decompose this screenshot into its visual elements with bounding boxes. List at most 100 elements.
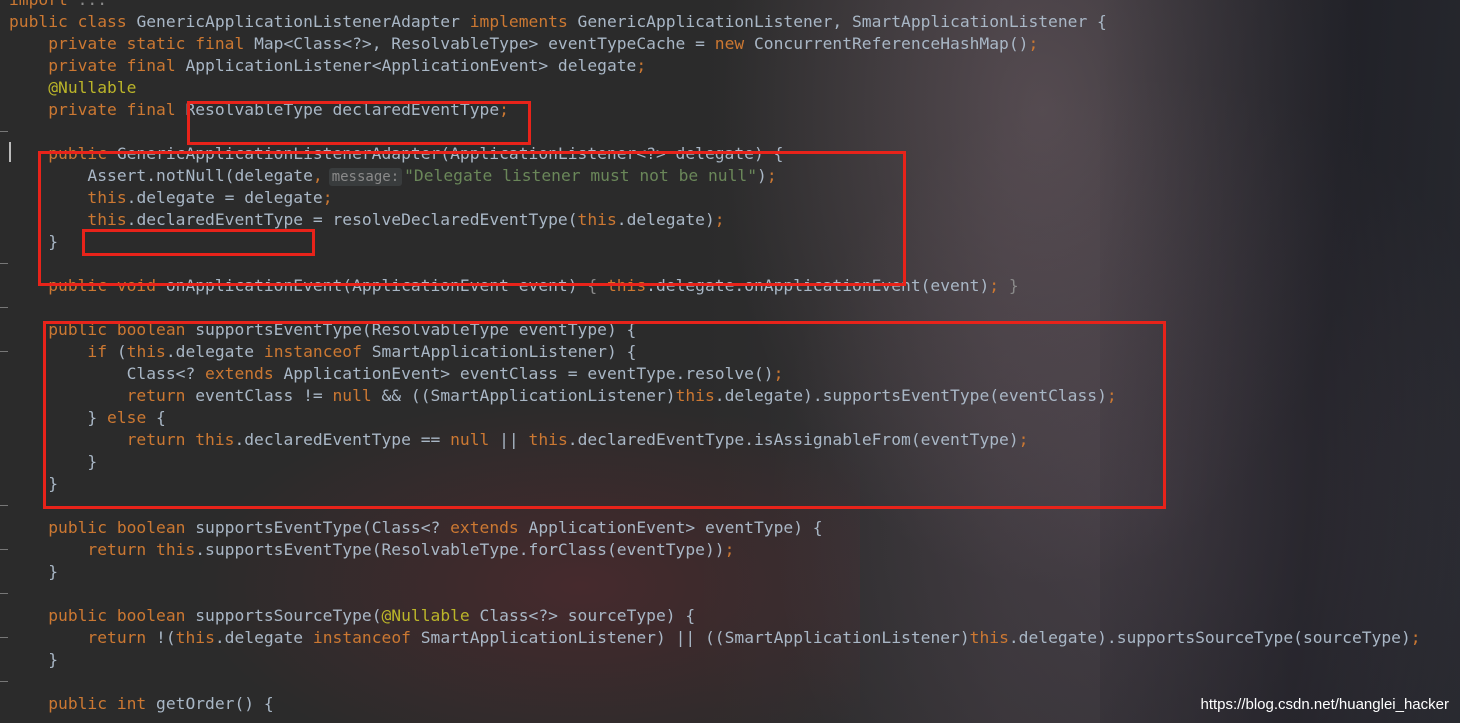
code-token: .declaredEventType = resolveDeclaredEven… (126, 210, 578, 229)
code-line[interactable]: } (9, 473, 58, 495)
code-line[interactable]: return eventClass != null && ((SmartAppl… (9, 385, 1117, 407)
code-token: return (9, 386, 196, 405)
code-token: || (499, 430, 529, 449)
code-token: GenericApplicationListener, SmartApplica… (577, 12, 1107, 31)
code-token: .delegate (165, 342, 264, 361)
code-token: else (107, 408, 157, 427)
code-line[interactable]: private final ApplicationListener<Applic… (9, 55, 646, 77)
fold-marker[interactable] (0, 351, 8, 352)
code-token: Class<? (9, 364, 206, 383)
code-line[interactable]: public int getOrder() { (9, 693, 274, 715)
fold-marker[interactable] (0, 307, 8, 308)
code-token: GenericApplicationListenerAdapter(Applic… (116, 144, 784, 163)
code-line[interactable]: public boolean supportsEventType(Resolva… (9, 319, 636, 341)
code-token: @Nullable (9, 78, 137, 97)
code-token: getOrder() { (156, 694, 274, 713)
code-token: this (606, 276, 647, 295)
code-line[interactable]: public void onApplicationEvent(Applicati… (9, 275, 1019, 297)
code-token: !( (156, 628, 176, 647)
code-line[interactable]: } (9, 451, 97, 473)
code-token: instanceof (263, 342, 372, 361)
code-token: public (9, 144, 117, 163)
code-line[interactable]: private final ResolvableType declaredEve… (9, 99, 509, 121)
code-token: this (9, 188, 127, 207)
code-editor[interactable]: import ...public class GenericApplicatio… (9, 0, 1460, 723)
code-token: ApplicationListener<ApplicationEvent> de… (185, 56, 637, 75)
code-line[interactable]: } (9, 231, 58, 253)
code-token: .delegate).supportsEventType(eventClass) (714, 386, 1107, 405)
code-token: this (577, 210, 617, 229)
code-token: Class<?> sourceType) { (479, 606, 696, 625)
code-token: .delegate.onApplicationEvent(event) (646, 276, 990, 295)
code-line[interactable]: public boolean supportsSourceType(@Nulla… (9, 605, 695, 627)
code-token: public boolean (9, 518, 196, 537)
code-token: ( (116, 342, 127, 361)
code-token: Map<Class<?>, ResolvableType> eventTypeC… (254, 34, 715, 53)
code-token: ; (766, 166, 777, 185)
code-token: private static final (9, 34, 255, 53)
code-token: ; (773, 364, 784, 383)
fold-marker[interactable] (0, 637, 8, 638)
code-line[interactable]: Assert.notNull(delegate, message: "Delegat… (9, 165, 777, 187)
fold-marker[interactable] (0, 681, 8, 682)
code-token: return (9, 628, 157, 647)
code-line[interactable]: Class<? extends ApplicationEvent> eventC… (9, 363, 784, 385)
code-token: { (156, 408, 166, 427)
code-line[interactable]: this.delegate = delegate; (9, 187, 333, 209)
code-token: this (9, 210, 127, 229)
code-token: } (9, 452, 98, 471)
code-token: return this (9, 430, 235, 449)
code-token: public int (9, 694, 157, 713)
watermark-text: https://blog.csdn.net/huanglei_hacker (1200, 696, 1449, 713)
code-token: "Delegate listener must not be null" (404, 166, 758, 185)
code-token: ; (989, 276, 1009, 295)
code-token: extends (205, 364, 284, 383)
code-line[interactable]: return this.declaredEventType == null ||… (9, 429, 1029, 451)
code-line[interactable]: import ... (9, 0, 107, 11)
code-line[interactable]: } (9, 561, 58, 583)
parameter-hint: message: (328, 168, 403, 186)
fold-marker[interactable] (0, 131, 8, 132)
fold-marker[interactable] (0, 593, 8, 594)
fold-marker[interactable] (0, 263, 8, 264)
code-token: public class (9, 12, 137, 31)
code-token: ; (322, 188, 333, 207)
code-token: && ((SmartApplicationListener) (381, 386, 676, 405)
code-token: ApplicationEvent> eventClass = eventType… (283, 364, 774, 383)
editor-gutter[interactable] (0, 0, 8, 723)
code-token: eventClass != (195, 386, 333, 405)
code-token: SmartApplicationListener) || ((SmartAppl… (420, 628, 970, 647)
code-line[interactable]: public class GenericApplicationListenerA… (9, 11, 1107, 33)
fold-marker[interactable] (0, 549, 8, 550)
code-line[interactable]: private static final Map<Class<?>, Resol… (9, 33, 1038, 55)
code-token: this (126, 342, 166, 361)
code-line[interactable]: return !(this.delegate instanceof SmartA… (9, 627, 1420, 649)
code-line[interactable]: return this.supportsEventType(Resolvable… (9, 539, 734, 561)
code-token: } (9, 232, 59, 251)
code-token: implements (469, 12, 578, 31)
code-token: GenericApplicationListenerAdapter (136, 12, 470, 31)
code-token: this (969, 628, 1009, 647)
code-token: ; (724, 540, 735, 559)
code-token: ... (78, 0, 107, 9)
code-token: private final (9, 100, 186, 119)
code-token: supportsEventType(Class<? (195, 518, 451, 537)
code-line[interactable]: public GenericApplicationListenerAdapter… (9, 143, 783, 165)
code-token: SmartApplicationListener) { (371, 342, 637, 361)
code-line[interactable]: public boolean supportsEventType(Class<?… (9, 517, 822, 539)
code-token: private final (9, 56, 186, 75)
code-line[interactable]: } else { (9, 407, 166, 429)
code-token: ) (757, 166, 767, 185)
code-token: ; (636, 56, 647, 75)
code-line[interactable]: } (9, 649, 58, 671)
code-token: this (528, 430, 568, 449)
code-line[interactable]: @Nullable (9, 77, 136, 99)
code-token: } (1008, 276, 1019, 295)
fold-marker[interactable] (0, 505, 8, 506)
code-line[interactable]: this.declaredEventType = resolveDeclared… (9, 209, 724, 231)
code-token: supportsSourceType( (195, 606, 382, 625)
code-token: } (9, 408, 108, 427)
code-token: instanceof (312, 628, 421, 647)
code-line[interactable]: if (this.delegate instanceof SmartApplic… (9, 341, 636, 363)
code-token: ; (1028, 34, 1039, 53)
